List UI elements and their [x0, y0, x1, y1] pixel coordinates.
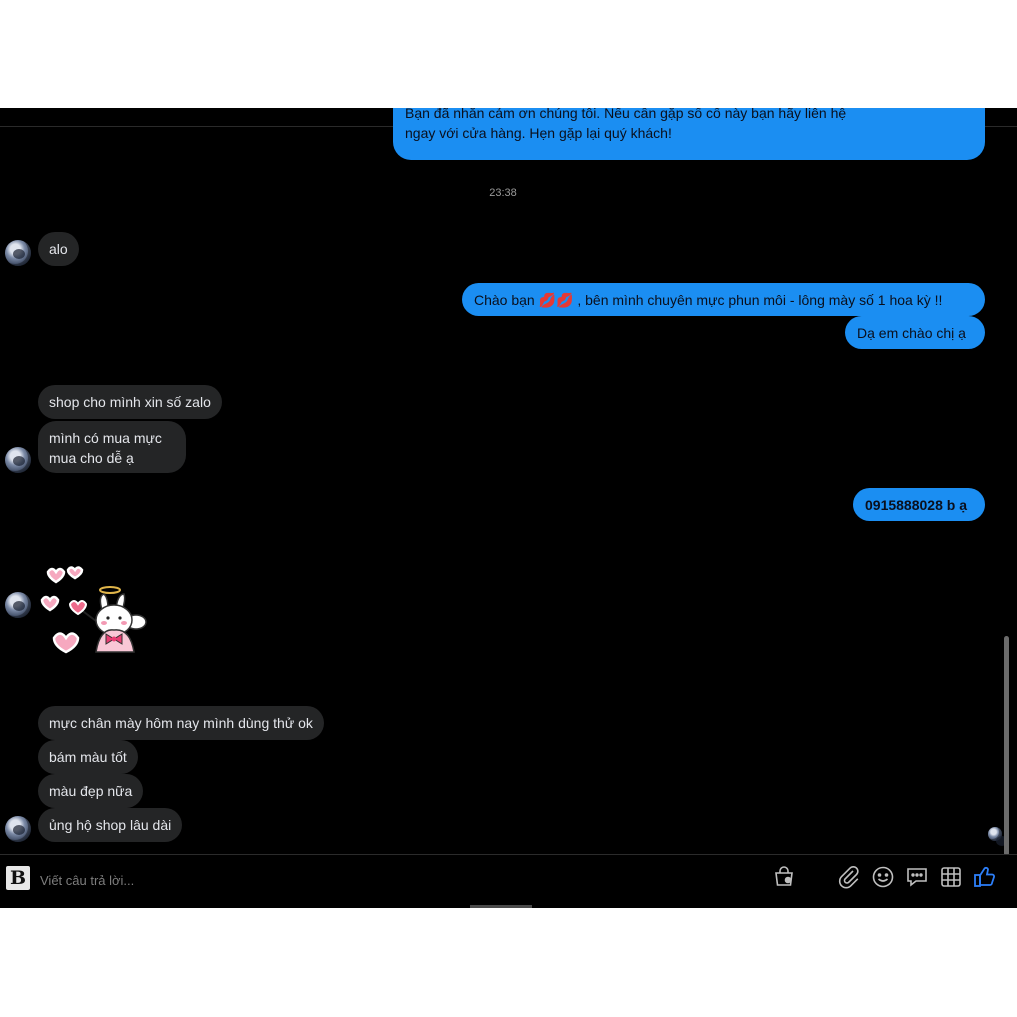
seen-indicator-avatar — [988, 827, 1008, 846]
customer-avatar[interactable] — [5, 816, 31, 842]
message-line: Bạn đã nhắn cảm ơn chúng tôi. Nếu cần gặ… — [405, 108, 847, 121]
outgoing-message[interactable]: Chào bạn 💋💋 , bên mình chuyên mực phun m… — [462, 283, 985, 316]
message-line: ngay với cửa hàng. Hẹn gặp lại quý khách… — [405, 125, 672, 141]
message-line: mình có mua mực — [49, 430, 162, 446]
incoming-message[interactable]: bám màu tốt — [38, 740, 138, 774]
incoming-message[interactable]: màu đẹp nữa — [38, 774, 144, 808]
incoming-message[interactable]: shop cho mình xin số zalo — [38, 385, 222, 419]
window-resize-handle[interactable] — [470, 905, 532, 908]
bunny-angel-hearts-sticker[interactable] — [38, 560, 153, 660]
shop-logo-icon: B — [6, 866, 30, 890]
incoming-message[interactable]: alo — [38, 232, 79, 266]
outgoing-message-phone-number[interactable]: 0915888028 b ạ — [853, 488, 985, 521]
customer-avatar[interactable] — [5, 447, 31, 473]
paperclip-icon[interactable] — [836, 864, 862, 890]
incoming-message-multiline[interactable]: mình có mua mực mua cho dễ ạ — [38, 421, 186, 473]
scrollbar-thumb[interactable] — [1004, 636, 1009, 856]
outgoing-message-auto-reply[interactable]: Bạn đã nhắn cảm ơn chúng tôi. Nếu cần gặ… — [393, 108, 985, 160]
shopping-bag-icon[interactable] — [771, 864, 797, 890]
customer-avatar[interactable] — [5, 240, 31, 266]
table-grid-icon[interactable] — [938, 864, 964, 890]
incoming-message[interactable]: ủng hộ shop lâu dài — [38, 808, 183, 842]
saved-replies-icon[interactable] — [904, 864, 930, 890]
message-composer: B — [0, 854, 1017, 908]
chat-window: Bạn đã nhắn cảm ơn chúng tôi. Nếu cần gặ… — [0, 108, 1017, 908]
incoming-message[interactable]: mực chân mày hôm nay mình dùng thử ok — [38, 706, 324, 740]
message-line: mua cho dễ ạ — [49, 450, 134, 466]
message-timestamp: 23:38 — [489, 187, 517, 199]
emoji-icon[interactable] — [870, 864, 896, 890]
outgoing-message[interactable]: Dạ em chào chị ạ — [845, 316, 985, 349]
thumbs-up-icon[interactable] — [972, 864, 998, 890]
reply-input[interactable] — [38, 868, 642, 892]
customer-avatar[interactable] — [5, 592, 31, 618]
